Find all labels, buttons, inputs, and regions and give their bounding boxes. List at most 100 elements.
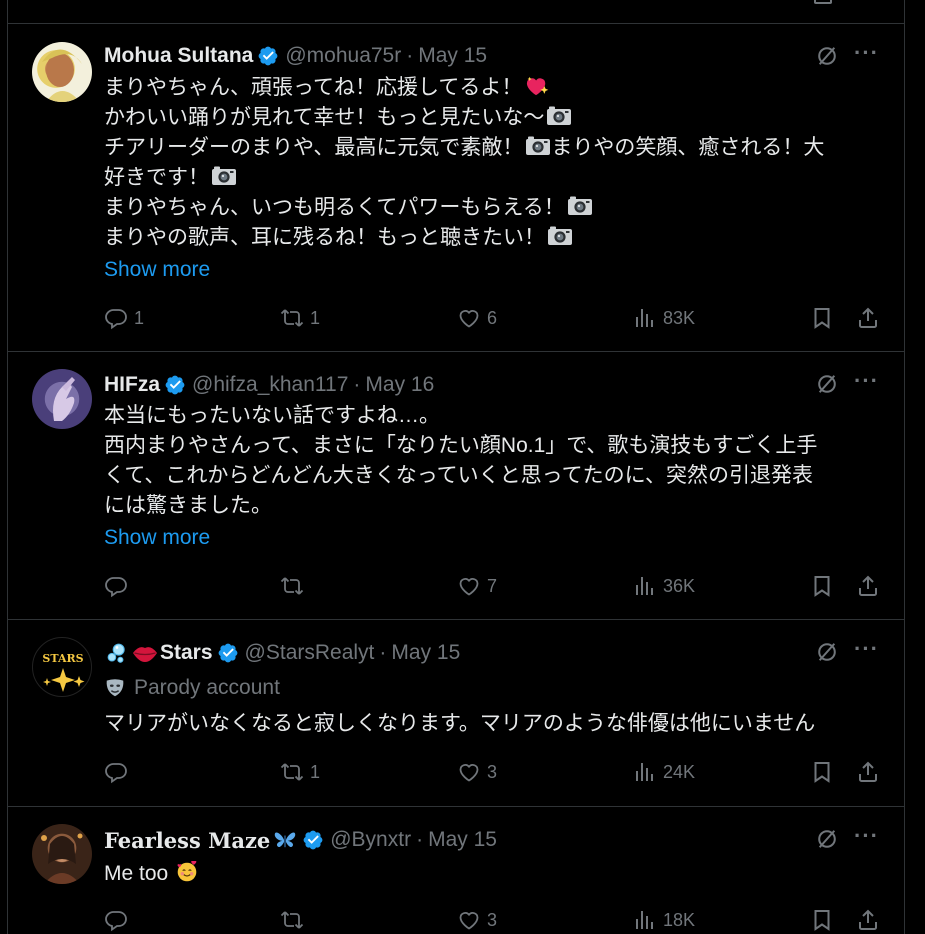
- avatar[interactable]: STARS: [32, 637, 92, 697]
- reply-button[interactable]: [104, 757, 134, 787]
- bookmark-icon: [810, 574, 834, 598]
- separator: ·: [416, 828, 424, 851]
- like-button[interactable]: 7: [457, 571, 497, 601]
- views-button[interactable]: 36K: [633, 571, 695, 601]
- text-line: 西内まりやさんって、まさに「なりたい顔No.1」で、歌も演技もすごく上手: [104, 434, 818, 457]
- text-line: チアリーダーのまりや、最高に元気で素敵！: [104, 136, 524, 159]
- action-bar: 1 1 6 83K: [104, 303, 894, 333]
- text-line: には驚きました。: [104, 494, 272, 517]
- bookmark-button[interactable]: [810, 905, 834, 934]
- camera-icon: [525, 135, 551, 157]
- action-bar: 1 3 24K: [104, 757, 894, 787]
- author-name[interactable]: Stars: [160, 641, 213, 665]
- more-options-icon[interactable]: ···: [854, 370, 878, 396]
- tweet[interactable]: Mohua Sultana @mohua75r · May 15 ··· まりや…: [8, 24, 904, 352]
- like-icon: [457, 574, 481, 598]
- like-button[interactable]: 6: [457, 303, 497, 333]
- tweet[interactable]: HIFza @hifza_khan117 · May 16 ··· 本当にもった…: [8, 352, 904, 620]
- text-line: まりやちゃん、いつも明るくてパワーもらえる！: [104, 196, 565, 219]
- bookmark-button[interactable]: [810, 571, 834, 601]
- repost-icon: [280, 760, 304, 784]
- more-options-icon[interactable]: ···: [854, 42, 878, 68]
- share-icon: [856, 306, 880, 330]
- views-button[interactable]: 83K: [633, 303, 695, 333]
- verified-badge-icon: [302, 829, 324, 851]
- bookmark-button[interactable]: [810, 303, 834, 333]
- mask-icon: [104, 677, 126, 699]
- avatar[interactable]: [32, 824, 92, 884]
- camera-icon: [211, 165, 237, 187]
- tweet-text: マリアがいなくなると寂しくなります。マリアのような俳優は他にいません: [104, 709, 884, 739]
- camera-icon: [546, 105, 572, 127]
- repost-button[interactable]: 1: [280, 757, 320, 787]
- author-name[interactable]: HIFza: [104, 373, 160, 397]
- view-count: 18K: [663, 909, 696, 930]
- lips-icon: [132, 642, 158, 664]
- tweet[interactable]: Fearless Maze @Bynxtr · May 15 ··· Me to…: [8, 807, 904, 934]
- repost-button[interactable]: 1: [280, 303, 320, 333]
- repost-icon: [280, 908, 304, 932]
- reply-button[interactable]: [104, 571, 134, 601]
- author-handle[interactable]: @hifza_khan117: [192, 373, 348, 397]
- share-button[interactable]: [856, 757, 880, 787]
- share-button[interactable]: [856, 571, 880, 601]
- author-handle[interactable]: @mohua75r: [285, 44, 401, 68]
- views-icon: [633, 908, 657, 932]
- grok-icon[interactable]: [816, 373, 838, 395]
- tweet-text: Me too: [104, 859, 884, 889]
- post-date[interactable]: May 15: [391, 641, 460, 665]
- avatar[interactable]: [32, 42, 92, 102]
- tweet[interactable]: STARS Stars @StarsRealyt · May 15 ··· Pa…: [8, 620, 904, 807]
- verified-badge-icon: [164, 374, 186, 396]
- text-line: まりやちゃん、頑張ってね！応援してるよ！: [104, 76, 523, 99]
- views-button[interactable]: 24K: [633, 757, 695, 787]
- author-name[interactable]: Fearless Maze: [104, 828, 270, 853]
- avatar-text: STARS: [42, 652, 83, 665]
- smiling-face-with-hearts-icon: [174, 861, 200, 883]
- bookmark-button[interactable]: [810, 757, 834, 787]
- post-date[interactable]: May 15: [418, 44, 487, 68]
- views-button[interactable]: 18K: [633, 905, 695, 934]
- like-icon: [457, 908, 481, 932]
- share-icon: [856, 574, 880, 598]
- grok-icon[interactable]: [816, 641, 838, 663]
- like-count: 6: [487, 307, 498, 328]
- reply-icon: [104, 574, 128, 598]
- text-line: まりやの笑顔、癒される！大: [551, 136, 825, 159]
- text-line: まりやの歌声、耳に残るね！もっと聴きたい！: [104, 226, 545, 249]
- like-count: 3: [487, 909, 498, 930]
- views-icon: [633, 306, 657, 330]
- author-handle[interactable]: @StarsRealyt: [245, 641, 375, 665]
- more-options-icon[interactable]: ···: [854, 638, 878, 664]
- show-more-link[interactable]: Show more: [104, 526, 210, 550]
- like-button[interactable]: 3: [457, 757, 497, 787]
- grok-icon[interactable]: [816, 828, 838, 850]
- action-bar: 7 36K: [104, 571, 894, 601]
- post-date[interactable]: May 15: [428, 828, 497, 852]
- grok-icon[interactable]: [816, 45, 838, 67]
- reply-button[interactable]: [104, 905, 134, 934]
- timeline-column: Mohua Sultana @mohua75r · May 15 ··· まりや…: [7, 0, 905, 934]
- reply-button[interactable]: 1: [104, 303, 144, 333]
- post-date[interactable]: May 16: [365, 373, 434, 397]
- show-more-link[interactable]: Show more: [104, 258, 210, 282]
- share-button[interactable]: [856, 905, 880, 934]
- like-button[interactable]: 3: [457, 905, 497, 934]
- butterfly-icon: [272, 829, 298, 851]
- repost-button[interactable]: [280, 571, 310, 601]
- tweet-text: まりやちゃん、頑張ってね！応援してるよ！ かわいい踊りが見れて幸せ！もっと見たい…: [104, 73, 884, 253]
- avatar[interactable]: [32, 369, 92, 429]
- like-count: 3: [487, 761, 498, 782]
- share-button[interactable]: [856, 303, 880, 333]
- repost-icon: [280, 306, 304, 330]
- repost-button[interactable]: [280, 905, 310, 934]
- reply-count: 1: [134, 307, 145, 328]
- like-icon: [457, 760, 481, 784]
- verified-badge-icon: [257, 45, 279, 67]
- camera-icon: [547, 225, 573, 247]
- author-name[interactable]: Mohua Sultana: [104, 44, 253, 68]
- previous-tweet-edge: [8, 0, 904, 24]
- view-count: 83K: [663, 307, 696, 328]
- more-options-icon[interactable]: ···: [854, 825, 878, 851]
- author-handle[interactable]: @Bynxtr: [330, 828, 411, 852]
